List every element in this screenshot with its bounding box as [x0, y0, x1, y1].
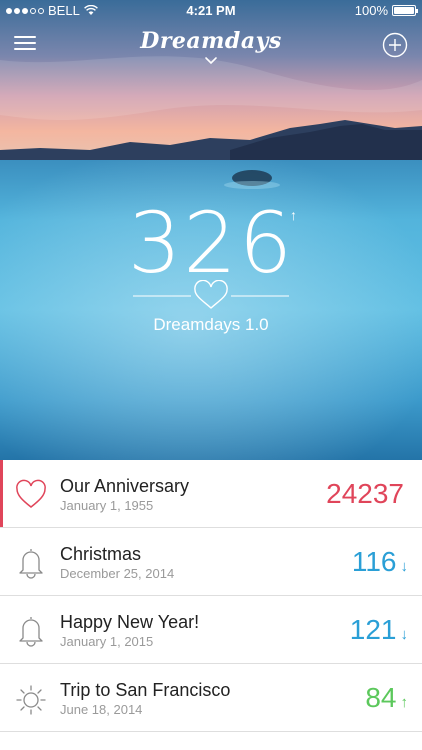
event-count-value: 116	[351, 546, 397, 577]
featured-direction-arrow: ↑	[290, 207, 297, 223]
event-row[interactable]: Our Anniversary January 1, 1955 24237	[0, 460, 422, 528]
event-count-value: 121	[349, 614, 397, 645]
event-row[interactable]: Happy New Year! January 1, 2015 121 ↓	[0, 596, 422, 664]
heart-icon	[194, 280, 228, 309]
event-direction-arrow: ↑	[400, 693, 409, 711]
battery-icon	[392, 5, 418, 16]
event-date: January 1, 1955	[60, 498, 154, 513]
event-count: 116 ↓	[352, 546, 408, 578]
event-row[interactable]: Christmas December 25, 2014 116 ↓	[0, 528, 422, 596]
chevron-down-icon[interactable]	[203, 56, 219, 66]
event-name: Christmas	[60, 544, 142, 564]
event-date: December 25, 2014	[60, 566, 175, 581]
bell-icon	[19, 549, 43, 579]
sun-icon	[16, 685, 46, 715]
event-name: Happy New Year!	[60, 612, 200, 632]
event-count: 24237	[326, 478, 408, 510]
status-bar: BELL 4:21 PM 100%	[0, 0, 422, 22]
featured-heart-divider	[133, 280, 289, 309]
event-count-value: 84	[365, 682, 397, 713]
event-direction-arrow: ↓	[400, 557, 409, 575]
event-list: Our Anniversary January 1, 1955 24237 Ch…	[0, 460, 422, 732]
navigation-bar: Dreamdays	[0, 24, 422, 70]
battery-percentage: 100%	[354, 3, 388, 18]
event-date: January 1, 2015	[60, 634, 154, 649]
event-name: Our Anniversary	[60, 476, 190, 496]
event-date: June 18, 2014	[60, 702, 143, 717]
event-name: Trip to San Francisco	[60, 680, 231, 700]
bell-icon	[19, 617, 43, 647]
add-event-button[interactable]	[382, 32, 408, 58]
event-row[interactable]: Trip to San Francisco June 18, 2014 84 ↑	[0, 664, 422, 732]
event-count: 121 ↓	[350, 614, 408, 646]
event-count-value: 24237	[326, 478, 404, 509]
featured-counter[interactable]: 326	[0, 195, 422, 291]
hero-banner: BELL 4:21 PM 100% Dreamdays 326 ↑ Dreamd…	[0, 0, 422, 460]
event-count: 84 ↑	[365, 682, 408, 714]
heart-icon	[16, 479, 46, 508]
featured-event-title: Dreamdays 1.0	[153, 315, 269, 334]
featured-days-count: 326	[127, 194, 295, 292]
app-title[interactable]: Dreamdays	[0, 28, 422, 54]
event-direction-arrow: ↓	[400, 625, 409, 643]
